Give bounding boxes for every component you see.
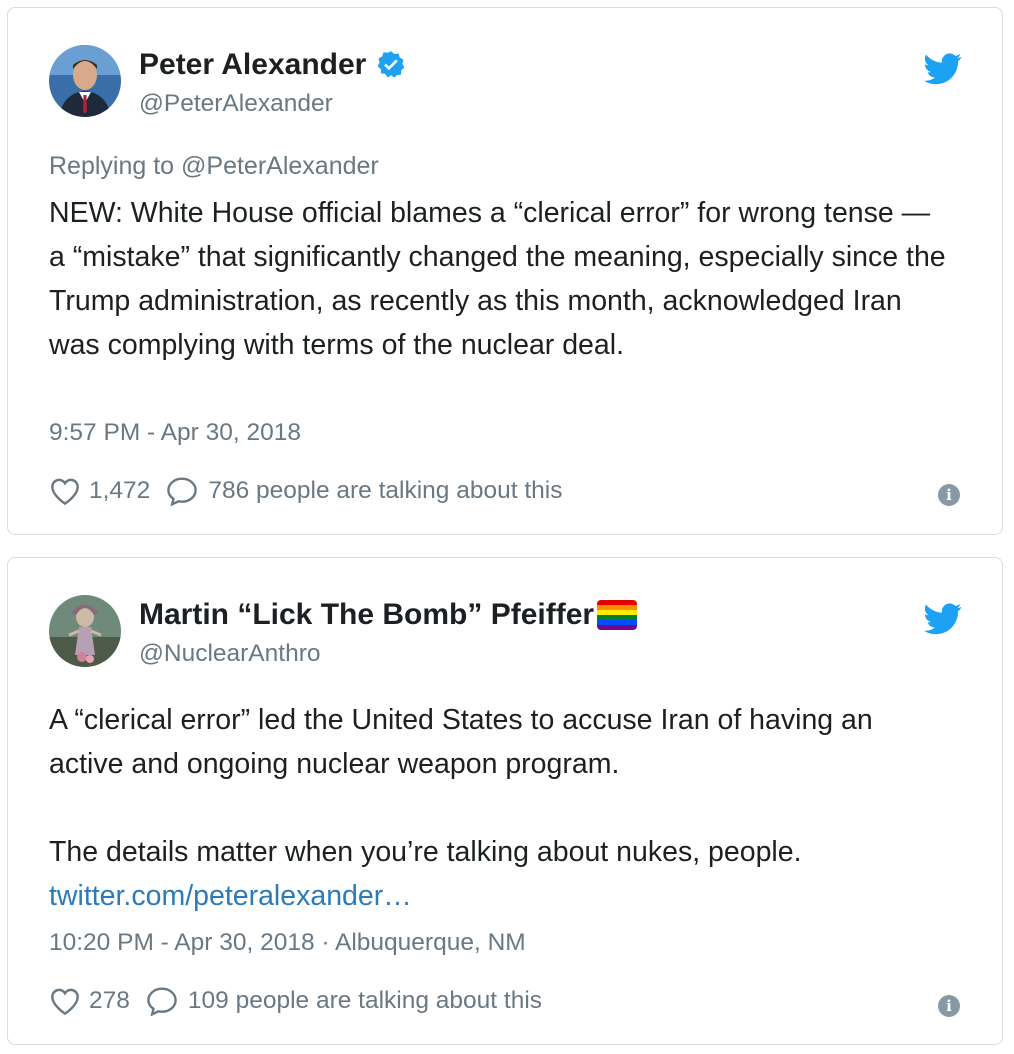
like-count[interactable]: 1,472 [89, 477, 150, 505]
avatar[interactable] [49, 595, 121, 667]
twitter-bird-icon[interactable] [924, 53, 962, 85]
rainbow-flag-icon [597, 600, 638, 630]
tweet-paragraph: A “clerical error” led the United States… [49, 704, 873, 780]
info-icon[interactable]: i [938, 484, 960, 506]
like-count[interactable]: 278 [89, 987, 130, 1015]
author-handle[interactable]: @NuclearAnthro [139, 640, 320, 668]
tweet-paragraph: NEW: White House official blames a “cler… [49, 197, 946, 361]
author-name[interactable]: Peter Alexander [139, 48, 406, 82]
talking-count[interactable]: 109 people are talking about this [188, 987, 542, 1015]
tweet-timestamp[interactable]: 10:20 PM - Apr 30, 2018 · Albuquerque, N… [49, 929, 526, 957]
twitter-bird-icon[interactable] [924, 603, 962, 635]
tweet-text: NEW: White House official blames a “cler… [49, 191, 949, 367]
author-handle[interactable]: @PeterAlexander [139, 90, 333, 118]
info-icon[interactable]: i [938, 995, 960, 1017]
replying-to[interactable]: Replying to @PeterAlexander [49, 152, 379, 181]
author-name-text[interactable]: Martin “Lick The Bomb” Pfeiffer [139, 598, 594, 632]
tweet-link[interactable]: twitter.com/peteralexander… [49, 874, 949, 918]
reply-bubble-icon[interactable] [166, 476, 198, 506]
tweet-timestamp[interactable]: 9:57 PM - Apr 30, 2018 [49, 419, 301, 447]
tweet-paragraph: The details matter when you’re talking a… [49, 836, 802, 868]
author-name[interactable]: Martin “Lick The Bomb” Pfeiffer [139, 598, 638, 632]
tweet-card: Martin “Lick The Bomb” Pfeiffer @Nuclear… [7, 557, 1003, 1045]
verified-badge-icon [377, 51, 405, 78]
heart-icon[interactable] [49, 476, 81, 506]
tweet-actions: 1,472 786 people are talking about this [49, 474, 562, 508]
tweet-text: A “clerical error” led the United States… [49, 698, 949, 918]
talking-count[interactable]: 786 people are talking about this [208, 477, 562, 505]
tweet-card: Peter Alexander @PeterAlexander Replying… [7, 7, 1003, 535]
avatar[interactable] [49, 45, 121, 117]
heart-icon[interactable] [49, 986, 81, 1016]
reply-bubble-icon[interactable] [146, 986, 178, 1016]
author-name-text[interactable]: Peter Alexander [139, 48, 366, 82]
tweet-actions: 278 109 people are talking about this [49, 984, 542, 1018]
